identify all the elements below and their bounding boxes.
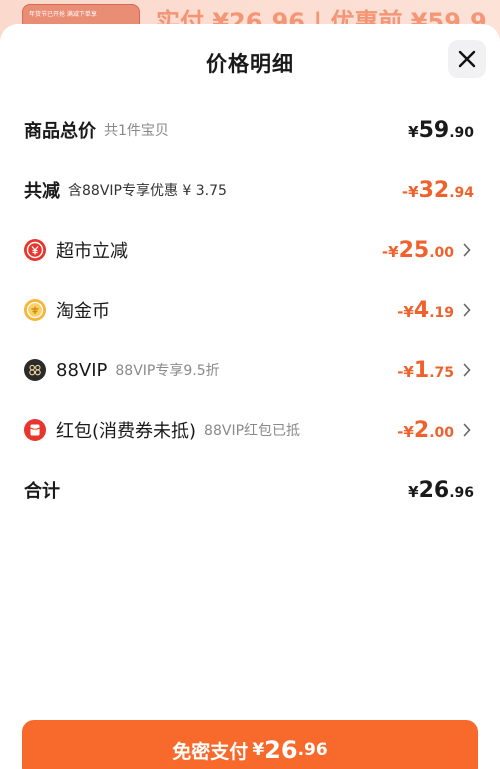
amount-decimal: .94 <box>449 184 474 201</box>
amount-decimal: .90 <box>449 124 474 141</box>
goods-total-amount: ¥ 59 .90 <box>408 118 474 143</box>
chevron-right-icon <box>460 243 474 257</box>
currency-symbol: ¥ <box>408 122 419 141</box>
currency-symbol: -¥ <box>381 242 399 261</box>
total-discount-label: 共减 <box>24 181 60 202</box>
chevron-right-icon <box>460 363 474 377</box>
vip88-icon <box>24 359 46 381</box>
supermarket-amount: -¥ 25 .00 <box>382 238 454 263</box>
amount-integer: 4 <box>413 297 430 323</box>
supermarket-icon <box>24 239 46 261</box>
red-packet-icon <box>24 419 46 441</box>
row-total-discount: 共减 含88VIP专享优惠 ¥ 3.75 -¥ 32 .94 <box>24 172 474 208</box>
row-supermarket-discount[interactable]: 超市立减 -¥ 25 .00 <box>24 232 474 268</box>
vip-label: 88VIP <box>56 359 108 381</box>
taojinbi-label: 淘金币 <box>56 301 110 322</box>
sum-amount: ¥ 26 .96 <box>408 478 474 503</box>
amount-decimal: .75 <box>429 364 454 381</box>
goods-count-note: 共1件宝贝 <box>104 123 169 139</box>
red-packet-note: 88VIP红包已抵 <box>204 423 301 439</box>
row-red-packet[interactable]: 红包(消费券未抵) 88VIP红包已抵 -¥ 2 .00 <box>24 412 474 448</box>
amount-integer: 1 <box>413 357 430 383</box>
red-packet-amount: -¥ 2 .00 <box>397 418 454 443</box>
row-taojinbi[interactable]: 淘金币 -¥ 4 .19 <box>24 292 474 328</box>
red-packet-label: 红包(消费券未抵) <box>56 421 197 442</box>
currency-symbol: -¥ <box>401 182 419 201</box>
currency-symbol: -¥ <box>397 302 414 321</box>
vip-amount: -¥ 1 .75 <box>397 358 454 383</box>
price-detail-sheet: 价格明细 商品总价 共1件宝贝 ¥ 59 .90 共减 含88VIP专享优惠 ¥… <box>0 24 500 769</box>
pay-button-label: 免密支付 <box>172 740 249 763</box>
row-sum: 合计 ¥ 26 .96 <box>24 472 474 508</box>
chevron-right-icon <box>460 303 474 317</box>
sum-label: 合计 <box>24 481 60 502</box>
amount-integer: 59 <box>418 117 450 143</box>
thumbnail-banner-text: 年货节已开抢 满减下单享 <box>29 11 97 18</box>
taojinbi-amount: -¥ 4 .19 <box>397 298 454 323</box>
currency-symbol: -¥ <box>397 422 414 441</box>
amount-decimal: .00 <box>429 424 454 441</box>
coin-icon <box>24 299 46 321</box>
vip-discount-note: 含88VIP专享优惠 ¥ 3.75 <box>68 183 227 199</box>
goods-total-label: 商品总价 <box>24 121 96 142</box>
close-icon <box>458 50 476 68</box>
pay-currency-symbol: ¥ <box>252 740 265 760</box>
currency-symbol: -¥ <box>397 362 414 381</box>
amount-decimal: .96 <box>449 484 474 501</box>
close-button[interactable] <box>448 40 486 78</box>
password-free-pay-button[interactable]: 免密支付 ¥ 26 .96 <box>22 720 478 769</box>
sheet-title: 价格明细 <box>206 52 294 76</box>
supermarket-label: 超市立减 <box>56 241 128 262</box>
chevron-right-icon <box>460 423 474 437</box>
vip-note: 88VIP专享9.5折 <box>115 363 220 379</box>
currency-symbol: ¥ <box>408 482 419 501</box>
row-goods-total: 商品总价 共1件宝贝 ¥ 59 .90 <box>24 112 474 148</box>
amount-integer: 32 <box>418 177 450 203</box>
pay-amount-decimal: .96 <box>297 740 328 760</box>
amount-decimal: .19 <box>429 304 454 321</box>
row-88vip[interactable]: 88VIP 88VIP专享9.5折 -¥ 1 .75 <box>24 352 474 388</box>
amount-integer: 26 <box>418 477 450 503</box>
total-discount-amount: -¥ 32 .94 <box>402 178 474 203</box>
amount-integer: 2 <box>413 417 430 443</box>
pay-amount-integer: 26 <box>264 736 298 764</box>
amount-integer: 25 <box>398 237 430 263</box>
amount-decimal: .00 <box>429 244 454 261</box>
